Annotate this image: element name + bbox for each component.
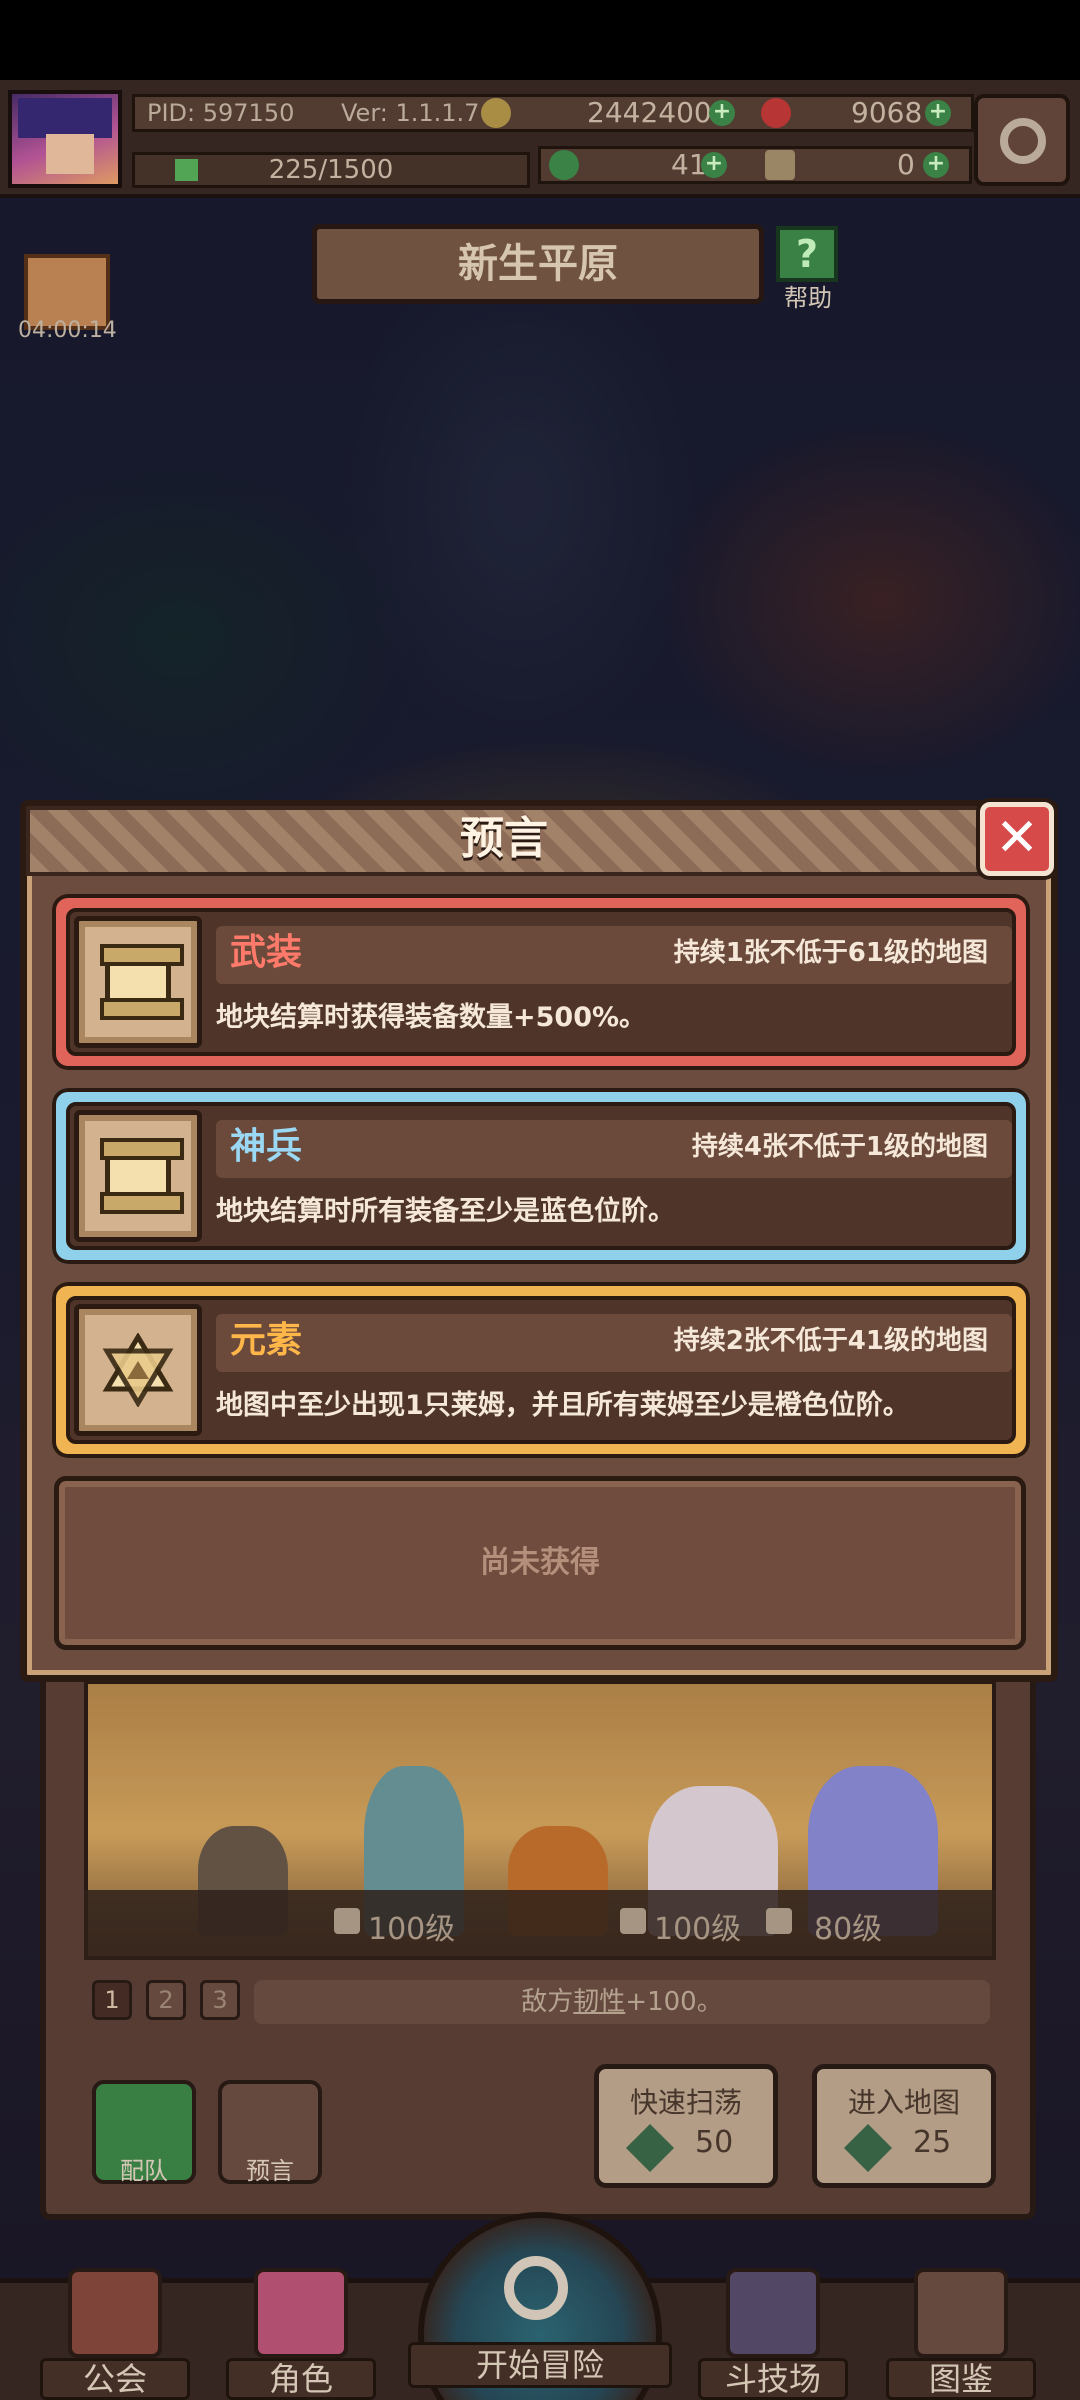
card-description: 地图中至少出现1只莱姆，并且所有莱姆至少是橙色位阶。 xyxy=(216,1390,910,1421)
empty-prophecy-slot: 尚未获得 xyxy=(54,1476,1026,1650)
card-icon-frame xyxy=(74,1304,202,1436)
close-icon: ✕ xyxy=(995,808,1039,868)
hexagram-icon xyxy=(102,1333,174,1407)
card-condition: 持续1张不低于61级的地图 xyxy=(673,938,988,968)
empty-slot-label: 尚未获得 xyxy=(480,1545,600,1580)
card-condition: 持续4张不低于1级的地图 xyxy=(691,1132,988,1162)
modal-title: 预言 xyxy=(460,813,548,864)
card-condition: 持续2张不低于41级的地图 xyxy=(673,1326,988,1356)
prophecy-card[interactable]: 神兵 持续4张不低于1级的地图 地块结算时所有装备至少是蓝色位阶。 xyxy=(52,1088,1030,1264)
card-name: 神兵 xyxy=(230,1126,303,1167)
card-name: 武装 xyxy=(230,932,303,973)
scroll-icon xyxy=(100,944,184,1020)
prophecy-card[interactable]: 元素 持续2张不低于41级的地图 地图中至少出现1只莱姆，并且所有莱姆至少是橙色… xyxy=(52,1282,1030,1458)
card-icon-frame xyxy=(74,1110,202,1242)
scroll-icon xyxy=(100,1138,184,1214)
card-name: 元素 xyxy=(230,1320,303,1361)
close-button[interactable]: ✕ xyxy=(980,802,1054,876)
status-bar xyxy=(0,0,1080,80)
prophecy-card[interactable]: 武装 持续1张不低于61级的地图 地块结算时获得装备数量+500%。 xyxy=(52,894,1030,1070)
card-icon-frame xyxy=(74,916,202,1048)
card-description: 地块结算时所有装备至少是蓝色位阶。 xyxy=(216,1196,675,1227)
card-description: 地块结算时获得装备数量+500%。 xyxy=(216,1002,647,1033)
